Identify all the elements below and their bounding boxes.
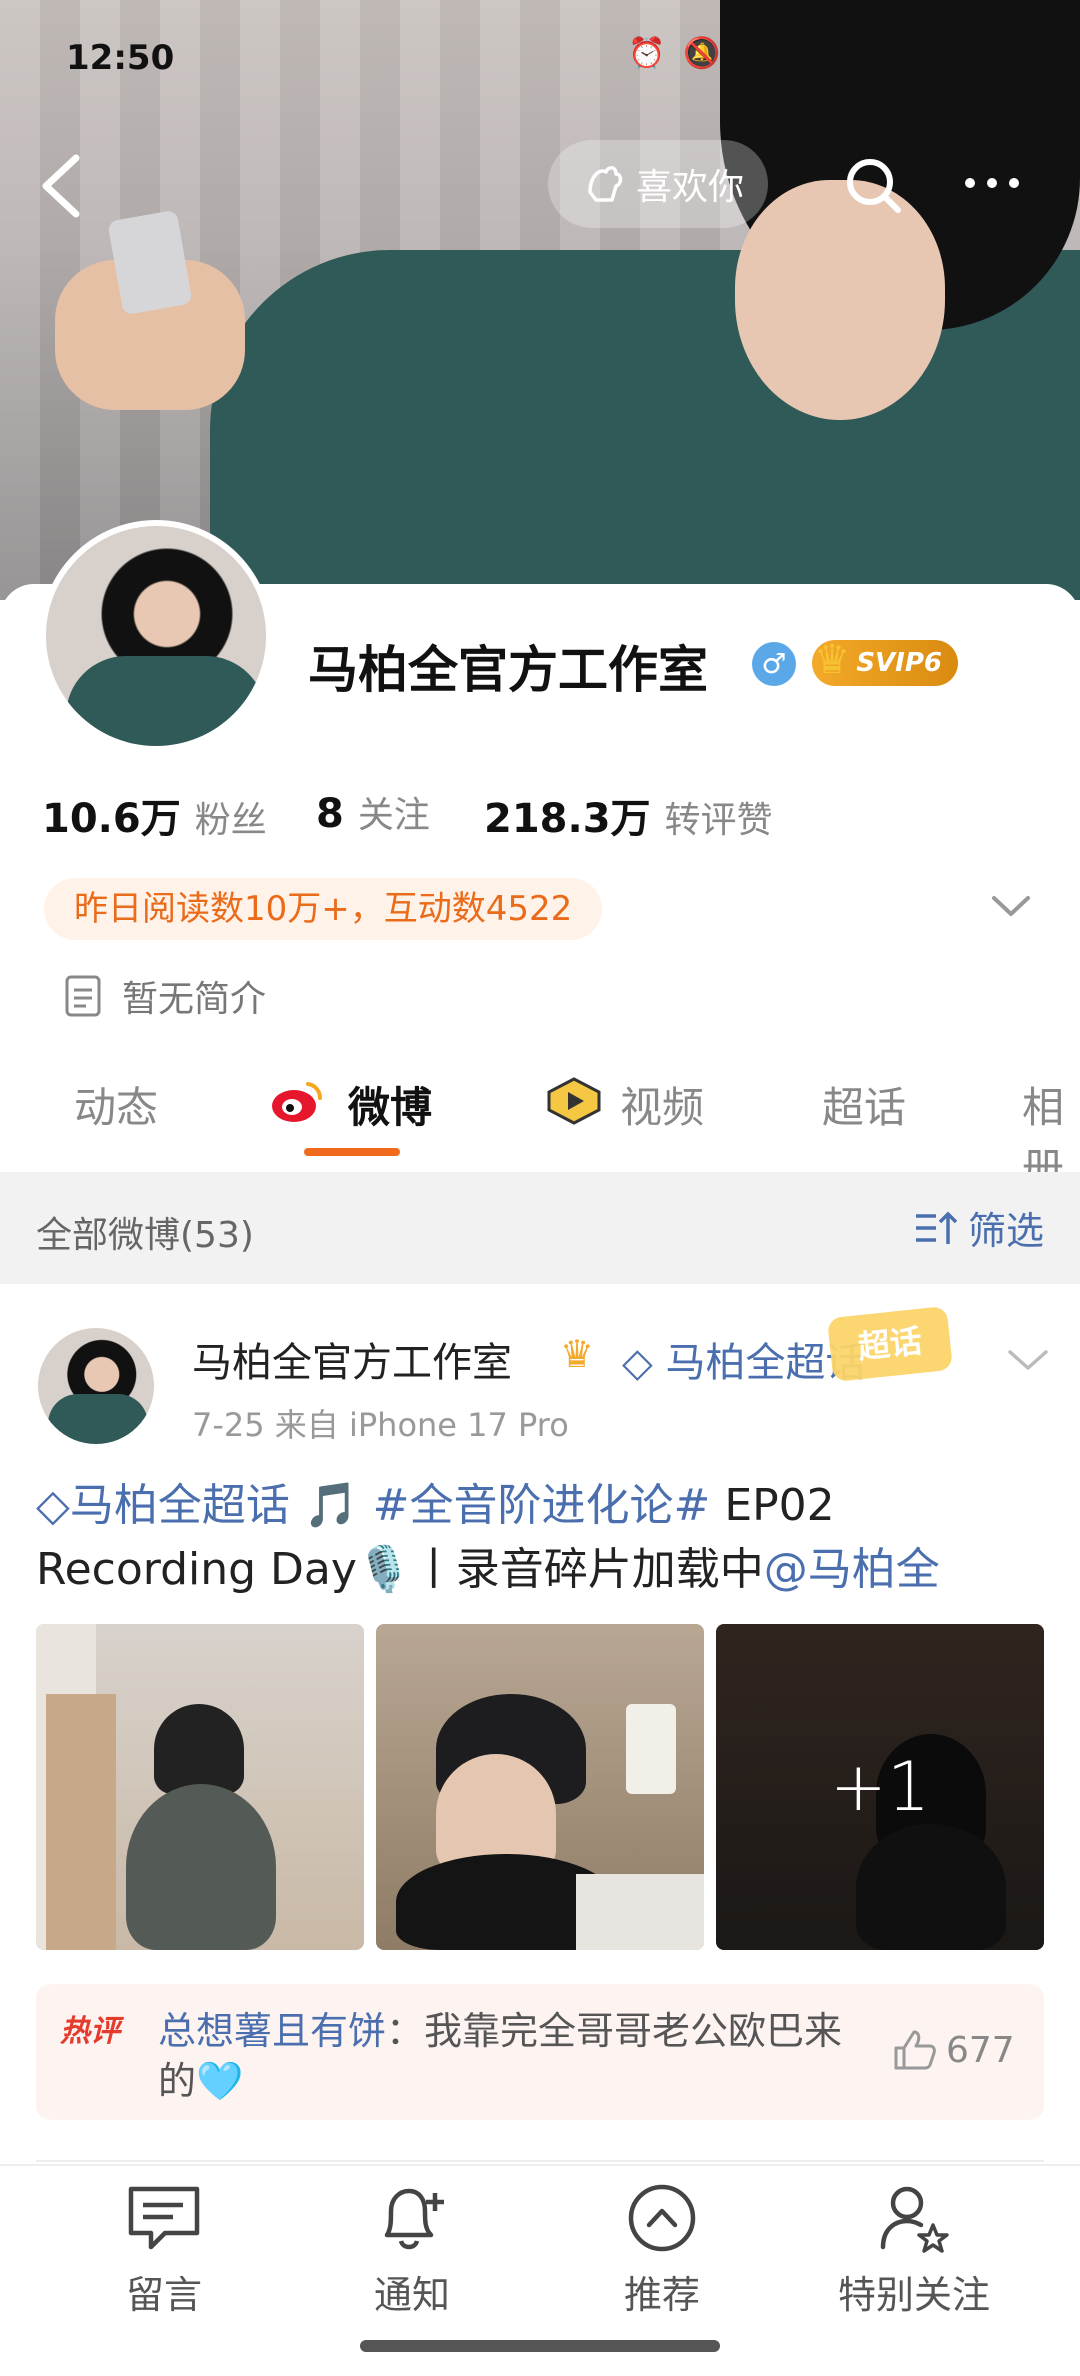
bell-icon <box>384 2188 444 2250</box>
nav-notification[interactable]: 通知 <box>322 2178 502 2319</box>
post-author-name[interactable]: 马柏全官方工作室 <box>192 1330 512 1388</box>
post-hashtag[interactable]: 🎵 #全音阶进化论# <box>290 1480 711 1531</box>
photo-person <box>126 1784 276 1950</box>
svip-label: SVIP6 <box>856 648 942 678</box>
hot-comment-like-count: 677 <box>946 2029 1015 2071</box>
tab-video[interactable]: 视频 <box>620 1074 704 1135</box>
filter-icon <box>916 1211 958 1244</box>
crown-badge-icon: ♛ <box>560 1332 595 1376</box>
post-photo-2[interactable] <box>376 1624 704 1950</box>
avatar-sweater <box>66 656 266 746</box>
crown-icon: ♛ <box>814 637 850 683</box>
nav-message[interactable]: 留言 <box>74 2178 254 2319</box>
thumbs-up-icon <box>894 2030 936 2070</box>
fans-label: 粉丝 <box>194 800 267 841</box>
like-you-button[interactable]: 喜欢你 <box>548 140 768 228</box>
post-avatar-sweater <box>48 1394 148 1444</box>
special-follow-icon <box>880 2186 949 2253</box>
hot-comment-tag: 热评 <box>60 2014 120 2049</box>
profile-avatar[interactable] <box>40 520 272 752</box>
video-icon <box>547 1077 601 1125</box>
following-count: 8 <box>316 791 344 837</box>
search-icon[interactable] <box>840 152 906 218</box>
hot-comment-user[interactable]: 总想薯且有饼 <box>158 2009 386 2053</box>
nav-recommend[interactable]: 推荐 <box>572 2178 752 2319</box>
tab-weibo[interactable]: 微博 <box>348 1074 432 1135</box>
bio-row: 暂无简介 <box>64 970 266 1022</box>
home-indicator[interactable] <box>360 2340 720 2352</box>
filter-button[interactable]: 筛选 <box>914 1200 1044 1255</box>
nav-message-label: 留言 <box>125 2273 202 2317</box>
photo-speaker <box>626 1704 676 1794</box>
post-divider <box>36 2160 1044 2162</box>
post-photo-1[interactable] <box>36 1624 364 1950</box>
bluetooth-icon: ᛒ <box>738 36 757 71</box>
photo-cap <box>154 1704 244 1794</box>
hot-comment-like-button[interactable]: 677 <box>892 2028 1015 2072</box>
more-photos-count[interactable]: +1 <box>716 1624 1044 1950</box>
diamond-icon: ◇ <box>622 1340 653 1386</box>
post-meta: 7-25 来自 iPhone 17 Pro <box>192 1406 569 1444</box>
all-weibo-count: 全部微博(53) <box>36 1215 254 1256</box>
recommend-icon <box>628 2184 696 2252</box>
post-body[interactable]: ◇马柏全超话 🎵 #全音阶进化论# EP02 Recording Day🎙️丨录… <box>36 1474 1036 1602</box>
fans-stat[interactable]: 10.6万 粉丝 <box>42 786 267 844</box>
svip-badge[interactable]: ♛ SVIP6 <box>812 637 958 686</box>
battery-icon: ▮ <box>949 36 966 71</box>
photo-door <box>46 1694 116 1950</box>
bio-text: 暂无简介 <box>122 979 267 1020</box>
like-you-label: 喜欢你 <box>636 167 745 208</box>
mute-icon: 🔕 <box>683 36 721 71</box>
alarm-icon: ⏰ <box>628 36 666 71</box>
signal-4g-icon: ▂▄▆ <box>861 36 932 71</box>
more-icon[interactable] <box>962 170 1022 196</box>
read-stats-badge[interactable]: 昨日阅读数10万+，互动数4522 <box>44 878 603 940</box>
signal-5g-icon: ▂▄▆ <box>774 36 844 71</box>
following-label: 关注 <box>357 795 430 836</box>
post-body-topic[interactable]: 马柏全超话 <box>70 1480 290 1531</box>
tab-dynamics[interactable]: 动态 <box>74 1074 158 1135</box>
post-author-avatar[interactable] <box>38 1328 154 1444</box>
hand-heart-icon <box>588 166 623 202</box>
filter-label: 筛选 <box>968 1209 1045 1253</box>
photo-keyboard <box>576 1874 704 1950</box>
nav-recommend-label: 推荐 <box>623 2273 700 2317</box>
chevron-down-icon[interactable] <box>1006 1344 1050 1374</box>
status-time: 12:50 <box>66 38 175 78</box>
super-topic-badge: 超话 <box>826 1305 954 1383</box>
nav-special-follow[interactable]: 特别关注 <box>824 2178 1004 2319</box>
nav-notification-label: 通知 <box>373 2273 450 2317</box>
back-button[interactable] <box>36 150 88 222</box>
interactions-stat[interactable]: 218.3万 转评赞 <box>484 786 773 844</box>
weibo-logo-icon <box>272 1082 323 1122</box>
nav-special-follow-label: 特别关注 <box>837 2273 990 2317</box>
active-tab-indicator <box>304 1148 400 1156</box>
gender-male-icon: ♂ <box>752 642 796 686</box>
interactions-count: 218.3万 <box>484 796 651 842</box>
fans-count: 10.6万 <box>42 796 181 842</box>
following-stat[interactable]: 8 关注 <box>316 786 430 838</box>
profile-cover-image[interactable] <box>0 0 1080 600</box>
post-mention[interactable]: @马柏全 <box>764 1544 940 1595</box>
interactions-label: 转评赞 <box>664 800 773 841</box>
message-icon <box>128 2186 200 2250</box>
status-icons: ⏰ 🔕 ᛒ ▂▄▆ ▂▄▆ ▮ <box>628 36 966 71</box>
profile-name: 马柏全官方工作室 <box>308 641 708 699</box>
tab-super-topic[interactable]: 超话 <box>822 1074 906 1135</box>
chevron-down-icon[interactable] <box>990 890 1032 920</box>
document-icon <box>65 975 101 1017</box>
hot-comment-text: 总想薯且有饼：我靠完全哥哥老公欧巴来的🩵 <box>158 2006 848 2106</box>
diamond-icon: ◇ <box>36 1480 70 1531</box>
